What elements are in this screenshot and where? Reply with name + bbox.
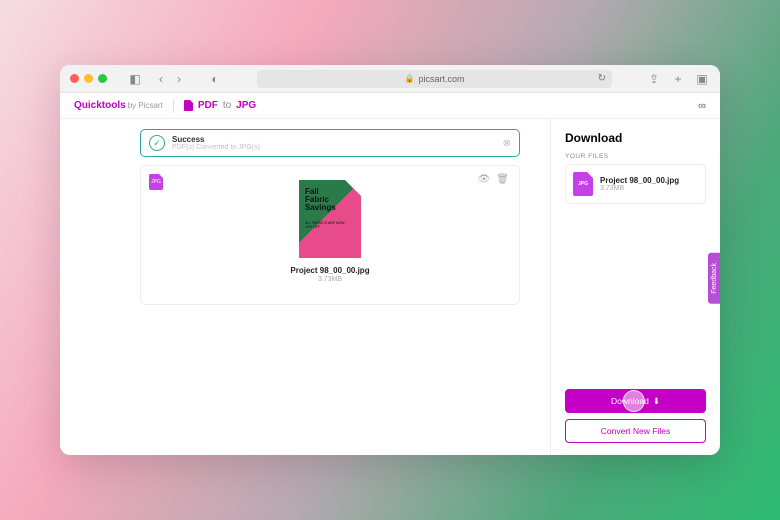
convert-new-button[interactable]: Convert New Files — [565, 419, 706, 443]
download-button[interactable]: Download ⬇ — [565, 389, 706, 413]
maximize-window[interactable] — [98, 74, 107, 83]
brand: Quicktools — [74, 100, 126, 111]
page-icon — [184, 100, 193, 111]
download-sidebar: Download YOUR FILES JPG Project 98_00_00… — [550, 119, 720, 455]
share-button[interactable]: ∞ — [698, 100, 706, 112]
file-card: JPG 👁 🗑 Fall Fabric Savings ALL FABRICS … — [140, 165, 520, 305]
thumb-subtext: ALL FABRICS ARE NOW 20% OFF — [305, 222, 345, 229]
delete-icon[interactable]: 🗑 — [496, 174, 509, 185]
check-circle-icon: ✓ — [149, 135, 165, 151]
brand-sub: by Picsart — [128, 101, 163, 110]
tool-from: PDF — [198, 100, 218, 111]
download-file-name: Project 98_00_00.jpg — [600, 176, 679, 185]
convert-button-label: Convert New Files — [601, 426, 670, 436]
tabs-icon[interactable]: ▣ — [694, 72, 710, 86]
preview-icon[interactable]: 👁 — [478, 174, 491, 185]
url-bar[interactable]: 🔒 picsart.com ↻ — [257, 70, 612, 88]
sidebar-toggle-icon[interactable]: ◧ — [127, 72, 143, 86]
sidebar-title: Download — [565, 131, 706, 145]
minimize-window[interactable] — [84, 74, 93, 83]
file-thumbnail[interactable]: Fall Fabric Savings ALL FABRICS ARE NOW … — [299, 180, 361, 258]
feedback-tab[interactable]: Feedback — [708, 253, 720, 304]
close-window[interactable] — [70, 74, 79, 83]
tool-to: JPG — [236, 100, 256, 111]
traffic-lights — [70, 74, 107, 83]
alert-title: Success — [172, 135, 260, 144]
forward-icon[interactable]: › — [171, 72, 187, 86]
divider — [173, 99, 174, 113]
tool-name: PDF to JPG — [184, 100, 256, 111]
file-name: Project 98_00_00.jpg — [290, 266, 369, 275]
shield-icon[interactable]: ◐ — [207, 72, 223, 86]
main-panel: ✓ Success PDF(s) Converted to JPG(s) ⊗ J… — [60, 119, 550, 455]
download-file-card[interactable]: JPG Project 98_00_00.jpg 3.73MB — [565, 164, 706, 204]
jpg-file-icon: JPG — [573, 172, 593, 196]
lock-icon: 🔒 — [405, 74, 415, 83]
thumb-text: Fall Fabric Savings — [305, 188, 336, 212]
your-files-label: YOUR FILES — [565, 153, 706, 160]
browser-window: ◧ ‹ › ◐ 🔒 picsart.com ↻ ⇪ + ▣ Quicktools… — [60, 65, 720, 455]
file-size: 3.73MB — [318, 276, 342, 283]
app-header: Quicktools by Picsart PDF to JPG ∞ — [60, 93, 720, 119]
cursor-highlight — [622, 390, 644, 412]
file-type-badge: JPG — [149, 174, 163, 190]
tool-to-word: to — [223, 100, 231, 111]
close-alert-icon[interactable]: ⊗ — [503, 138, 511, 149]
new-tab-icon[interactable]: + — [670, 72, 686, 86]
alert-subtitle: PDF(s) Converted to JPG(s) — [172, 144, 260, 151]
download-file-size: 3.73MB — [600, 185, 679, 192]
url-text: picsart.com — [418, 74, 464, 84]
success-alert: ✓ Success PDF(s) Converted to JPG(s) ⊗ — [140, 129, 520, 157]
back-icon[interactable]: ‹ — [153, 72, 169, 86]
download-arrow-icon: ⬇ — [653, 396, 660, 407]
reload-icon[interactable]: ↻ — [598, 73, 606, 84]
share-icon[interactable]: ⇪ — [646, 72, 662, 86]
browser-chrome: ◧ ‹ › ◐ 🔒 picsart.com ↻ ⇪ + ▣ — [60, 65, 720, 93]
